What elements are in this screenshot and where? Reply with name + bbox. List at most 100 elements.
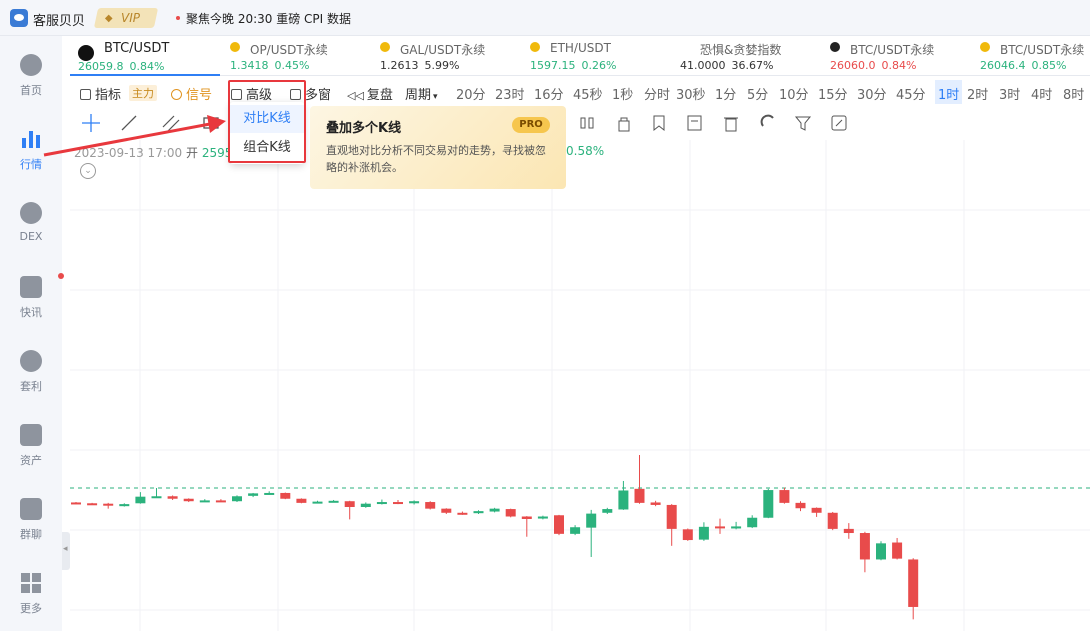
candle[interactable] — [811, 507, 822, 517]
candle[interactable] — [618, 480, 629, 510]
candle[interactable] — [215, 499, 226, 503]
candle[interactable] — [489, 507, 500, 513]
candle[interactable] — [103, 502, 114, 509]
period-option[interactable]: 45分 — [896, 84, 926, 103]
candle[interactable] — [715, 518, 725, 534]
vip-badge[interactable]: ◆ VIP — [93, 8, 159, 28]
sidebar-item-arbitrage[interactable]: 套利 — [0, 350, 62, 420]
candle[interactable] — [151, 488, 162, 499]
period-option[interactable]: 10分 — [779, 84, 809, 103]
candle[interactable] — [344, 500, 355, 520]
period-option[interactable]: 15分 — [818, 84, 848, 103]
candle[interactable] — [763, 488, 774, 519]
trend-line-icon[interactable] — [120, 114, 138, 132]
rectangle-icon[interactable] — [202, 114, 220, 132]
candle[interactable] — [554, 514, 564, 536]
candle[interactable] — [457, 511, 468, 515]
parallel-channel-icon[interactable] — [162, 114, 180, 132]
candle[interactable] — [731, 521, 742, 530]
period-option[interactable]: 30秒 — [676, 84, 706, 103]
signal-button[interactable]: 信号 — [171, 84, 212, 103]
candle[interactable] — [199, 499, 210, 503]
candle[interactable] — [650, 500, 661, 507]
period-option[interactable]: 23时 — [495, 84, 525, 103]
candle[interactable] — [232, 495, 242, 503]
period-option[interactable]: 4时 — [1031, 84, 1052, 103]
candle[interactable] — [843, 523, 854, 539]
edit-note-icon[interactable] — [686, 114, 704, 132]
candle[interactable] — [859, 531, 870, 573]
period-option[interactable]: 2时 — [967, 84, 988, 103]
bookmark-icon[interactable] — [650, 114, 668, 132]
candle[interactable] — [505, 508, 516, 518]
candle[interactable] — [183, 498, 194, 503]
candle[interactable] — [360, 502, 371, 508]
period-option[interactable]: 5分 — [747, 84, 768, 103]
period-option[interactable]: 1分 — [715, 84, 736, 103]
period-option[interactable]: 16分 — [534, 84, 564, 103]
period-option[interactable]: 30分 — [857, 84, 887, 103]
candle[interactable] — [425, 501, 436, 510]
sidebar-item-assets[interactable]: 资产 — [0, 424, 62, 494]
candle[interactable] — [87, 502, 98, 506]
sidebar-item-more[interactable]: 更多 — [0, 572, 62, 631]
period-option[interactable]: 8时 — [1063, 84, 1084, 103]
sidebar-item-news[interactable]: 快讯 — [0, 273, 64, 346]
candle[interactable] — [376, 499, 387, 505]
kline-chart-svg[interactable] — [70, 140, 1090, 631]
news-headline[interactable]: 聚焦今晚 20:30 重磅 CPI 数据 — [186, 10, 351, 27]
sidebar-item-dex[interactable]: DEX — [0, 202, 62, 272]
candle[interactable] — [747, 515, 758, 529]
period-option[interactable]: 45秒 — [573, 84, 603, 103]
candle[interactable] — [666, 504, 677, 546]
candle[interactable] — [521, 516, 532, 537]
candle[interactable] — [795, 501, 806, 512]
candle[interactable] — [570, 525, 581, 536]
candle[interactable] — [167, 495, 178, 500]
candle[interactable] — [537, 515, 548, 520]
indicator-button[interactable]: 指标 — [80, 84, 121, 103]
candle-type-icon[interactable] — [578, 114, 596, 132]
collapse-info-button[interactable]: ⌄ — [80, 163, 96, 179]
candle[interactable] — [827, 511, 838, 531]
candle[interactable] — [586, 509, 597, 557]
sidebar-item-home[interactable]: 首页 — [0, 54, 62, 124]
candle[interactable] — [698, 522, 709, 541]
sidebar-item-chat[interactable]: 群聊 — [0, 498, 62, 568]
sidebar-collapse-handle[interactable]: ◂ — [62, 532, 70, 570]
candle[interactable] — [634, 454, 645, 504]
candle[interactable] — [409, 500, 420, 505]
candle[interactable] — [602, 507, 613, 515]
candle[interactable] — [280, 492, 291, 500]
candle[interactable] — [328, 499, 339, 503]
filter-icon[interactable] — [794, 114, 812, 132]
period-dropdown[interactable]: 周期 ▾ — [405, 84, 438, 103]
candle[interactable] — [892, 537, 903, 560]
sync-icon[interactable] — [830, 114, 848, 132]
candle[interactable] — [441, 508, 452, 515]
lock-icon[interactable] — [615, 114, 633, 132]
candle[interactable] — [296, 498, 307, 504]
candle[interactable] — [473, 510, 484, 515]
period-option[interactable]: 1时 — [935, 80, 963, 104]
period-option[interactable]: 1秒 — [612, 84, 633, 103]
period-option[interactable]: 3时 — [999, 84, 1020, 103]
candle[interactable] — [248, 492, 259, 498]
sidebar-item-market[interactable]: 行情 — [0, 128, 62, 198]
crosshair-icon[interactable] — [82, 114, 100, 132]
candle[interactable] — [876, 541, 886, 561]
candle[interactable] — [264, 491, 275, 495]
candle[interactable] — [779, 487, 790, 504]
candle[interactable] — [119, 503, 130, 507]
period-option[interactable]: 20分 — [456, 84, 486, 103]
replay-button[interactable]: ◁◁ 复盘 — [347, 84, 393, 103]
kline-chart[interactable] — [70, 140, 1090, 631]
candle[interactable] — [312, 500, 323, 504]
candle[interactable] — [682, 528, 693, 541]
candle[interactable] — [135, 492, 146, 504]
trash-icon[interactable] — [722, 114, 740, 132]
magnet-icon[interactable] — [759, 114, 777, 132]
candle[interactable] — [71, 502, 81, 505]
candle[interactable] — [393, 499, 403, 505]
period-option[interactable]: 分时 — [644, 84, 670, 103]
